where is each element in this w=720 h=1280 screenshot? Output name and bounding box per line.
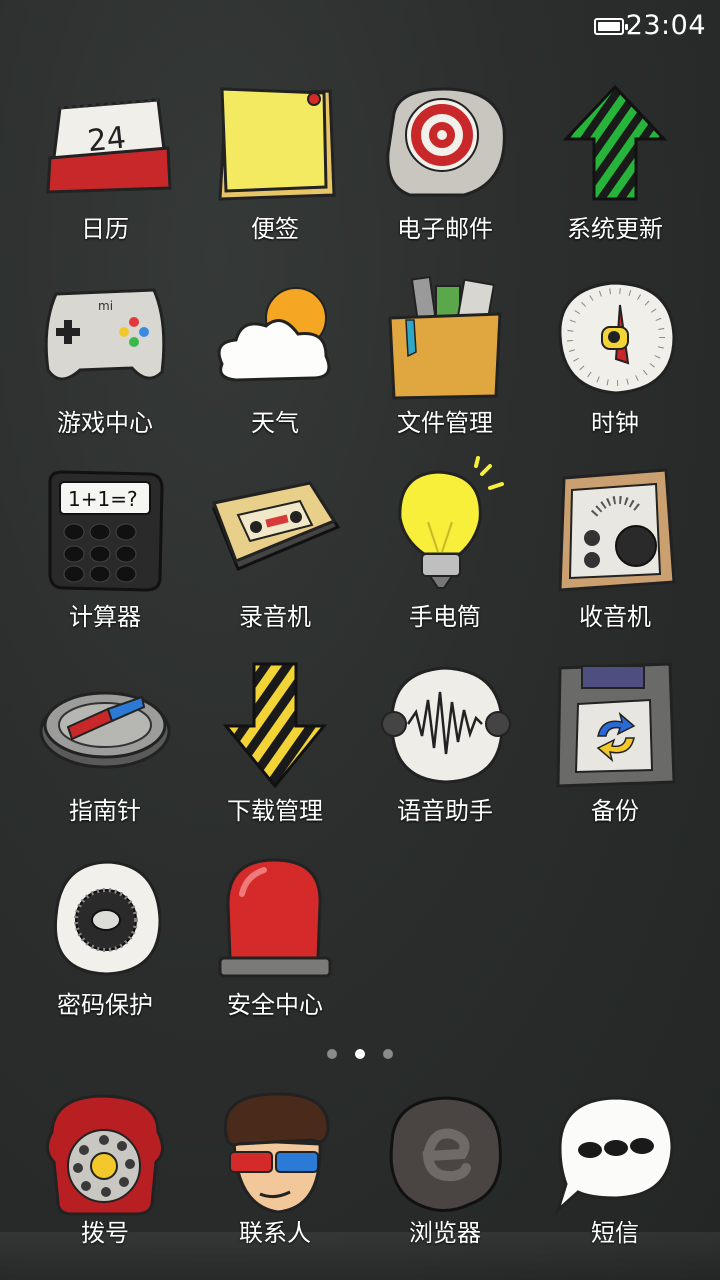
compass-icon (39, 691, 171, 769)
app-label: 时钟 (591, 409, 639, 437)
download-arrow-icon (222, 662, 328, 789)
app-password-protection[interactable]: 密码保护 (20, 854, 190, 1044)
app-backup[interactable]: 备份 (530, 660, 700, 850)
app-compass[interactable]: 指南针 (20, 660, 190, 850)
app-calculator[interactable]: 1+1=? 计算器 (20, 466, 190, 656)
page-indicator[interactable] (0, 1049, 720, 1061)
app-game-center[interactable]: mi 游戏中心 (20, 272, 190, 462)
app-security-center[interactable]: 安全中心 (190, 854, 360, 1044)
file-manager-icon (388, 275, 502, 400)
calendar-date: 24 (86, 120, 128, 159)
page-dot[interactable] (383, 1049, 393, 1059)
app-label: 安全中心 (227, 991, 323, 1019)
rotary-phone-icon (46, 1094, 164, 1216)
app-label: 录音机 (239, 603, 311, 631)
app-clock[interactable]: 时钟 (530, 272, 700, 462)
status-time: 23:04 (625, 10, 706, 41)
app-file-manager[interactable]: 文件管理 (360, 272, 530, 462)
voice-wave-icon (381, 666, 511, 784)
app-label: 指南针 (69, 797, 141, 825)
lightbulb-icon (398, 456, 504, 589)
calendar-icon: 24 (46, 98, 172, 194)
app-label: 游戏中心 (57, 409, 153, 437)
message-bubble-icon (554, 1096, 674, 1215)
app-radio[interactable]: 收音机 (530, 466, 700, 656)
app-notes[interactable]: 便签 (190, 78, 360, 268)
app-label: 收音机 (579, 603, 651, 631)
contact-face-icon (223, 1092, 330, 1214)
browser-icon (389, 1096, 502, 1212)
gamepad-icon: mi (44, 288, 166, 381)
notes-icon (218, 87, 336, 201)
app-system-update[interactable]: 系统更新 (530, 78, 700, 268)
battery-icon (594, 18, 628, 35)
cassette-icon (211, 481, 341, 571)
app-recorder[interactable]: 录音机 (190, 466, 360, 656)
clock-icon (558, 281, 676, 395)
page-dot[interactable] (327, 1049, 337, 1059)
calculator-display: 1+1=? (68, 487, 138, 511)
app-label: 计算器 (69, 603, 141, 631)
app-download-manager[interactable]: 下载管理 (190, 660, 360, 850)
app-label: 日历 (81, 215, 129, 243)
password-lock-icon (53, 860, 162, 976)
app-label: 下载管理 (227, 797, 323, 825)
app-calendar[interactable]: 24 日历 (20, 78, 190, 268)
page-dot-active[interactable] (355, 1049, 365, 1059)
app-label: 备份 (591, 797, 639, 825)
app-email[interactable]: 电子邮件 (360, 78, 530, 268)
radio-icon (558, 468, 676, 592)
app-voice-assistant[interactable]: 语音助手 (360, 660, 530, 850)
app-label: 语音助手 (397, 797, 493, 825)
email-icon (386, 87, 506, 197)
app-label: 密码保护 (57, 991, 153, 1019)
alarm-light-icon (218, 858, 332, 978)
app-weather[interactable]: 天气 (190, 272, 360, 462)
backup-disk-icon (556, 662, 676, 788)
app-label: 电子邮件 (397, 215, 493, 243)
app-label: 便签 (251, 215, 299, 243)
app-label: 手电筒 (409, 603, 481, 631)
app-label: 文件管理 (397, 409, 493, 437)
status-bar: 23:04 (0, 0, 720, 56)
weather-icon (217, 287, 331, 382)
dock-reflection (0, 1232, 720, 1280)
app-label: 天气 (251, 409, 299, 437)
app-flashlight[interactable]: 手电筒 (360, 456, 530, 656)
calculator-icon: 1+1=? (48, 470, 164, 592)
app-label: 系统更新 (567, 215, 663, 243)
system-update-icon (562, 84, 668, 201)
gamepad-brand: mi (98, 299, 113, 313)
